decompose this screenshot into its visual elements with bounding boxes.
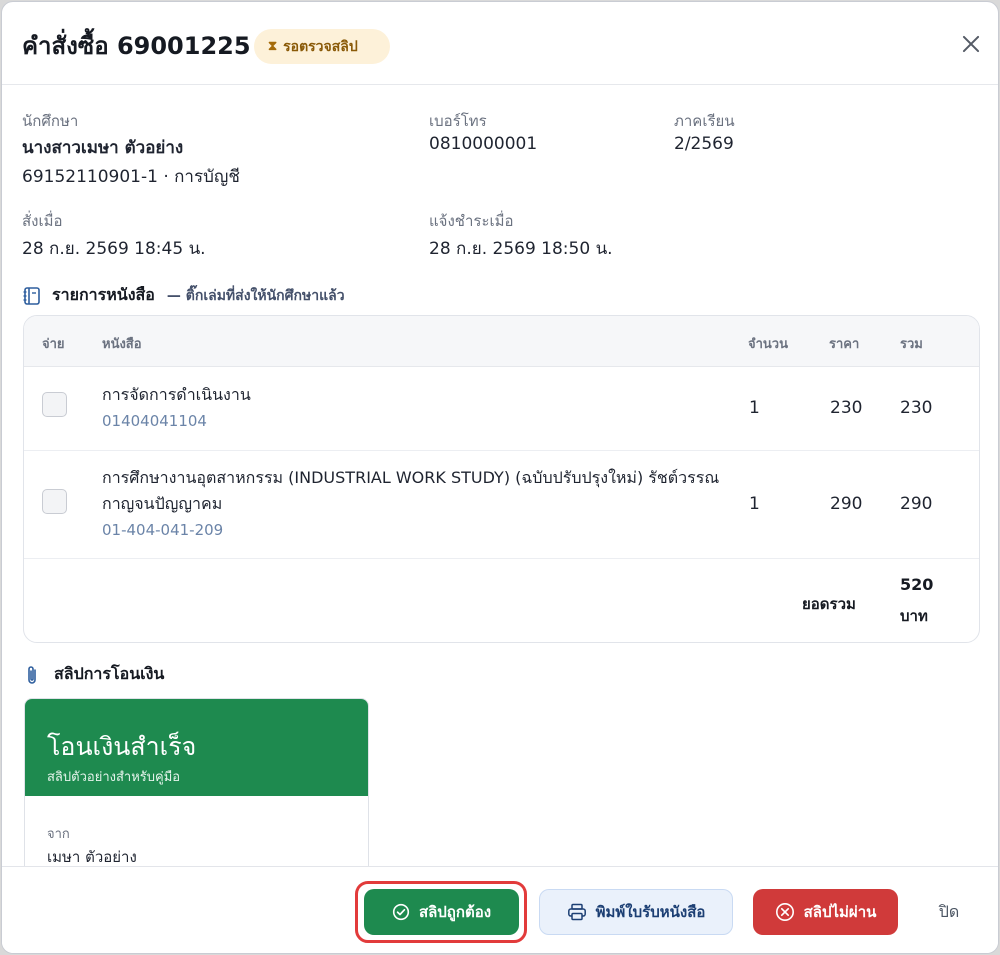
book-price: 290	[830, 494, 863, 514]
paid-label: แจ้งชำระเมื่อ	[429, 212, 514, 230]
paperclip-icon	[28, 665, 36, 684]
modal-footer: สลิปถูกต้อง พิมพ์ใบรับหนังสือ สลิปไม่ผ่า…	[2, 866, 998, 953]
book-qty: 1	[749, 494, 760, 514]
printer-icon	[567, 903, 586, 921]
ordered-value: 28 ก.ย. 2569 18:45 น.	[22, 239, 206, 259]
check-circle-icon	[392, 903, 410, 921]
books-section-header: รายการหนังสือ — ติ๊กเล่มที่ส่งให้นักศึกษ…	[22, 283, 345, 308]
semester-value: 2/2569	[674, 134, 734, 154]
grand-total-label: ยอดรวม	[802, 595, 856, 613]
given-checkbox[interactable]	[42, 392, 67, 417]
table-row: การศึกษางานอุตสาหกรรม (INDUSTRIAL WORK S…	[24, 451, 979, 559]
phone-value: 0810000001	[429, 134, 538, 154]
book-total: 230	[900, 398, 933, 418]
slip-heading: โอนเงินสำเร็จ	[47, 732, 197, 761]
column-given: จ่าย	[42, 337, 65, 352]
approve-slip-label: สลิปถูกต้อง	[418, 903, 492, 921]
book-code: 01-404-041-209	[102, 521, 224, 539]
status-badge: ⧗ รอตรวจสลิป	[254, 29, 390, 64]
slip-section-header: สลิปการโอนเงิน	[24, 662, 164, 687]
order-detail-modal: คำสั่งซื้อ 69001225 ⧗ รอตรวจสลิป นักศึกษ…	[1, 1, 999, 954]
column-qty: จำนวน	[748, 337, 788, 352]
book-code: 01404041104	[102, 412, 207, 430]
grand-total-amount: 520	[900, 575, 934, 594]
grand-total-unit: บาท	[900, 607, 928, 625]
slip-header: โอนเงินสำเร็จ สลิปตัวอย่างสำหรับคู่มือ	[25, 699, 368, 796]
ordered-label: สั่งเมื่อ	[22, 212, 63, 230]
slip-from-label: จาก	[47, 827, 70, 842]
book-qty: 1	[749, 398, 760, 418]
x-circle-icon	[775, 903, 794, 921]
student-name: นางสาวเมษา ตัวอย่าง	[22, 138, 184, 158]
book-total: 290	[900, 494, 933, 514]
table-header: จ่าย หนังสือ จำนวน ราคา รวม	[24, 316, 979, 367]
slip-subheading: สลิปตัวอย่างสำหรับคู่มือ	[47, 770, 181, 785]
print-receipt-label: พิมพ์ใบรับหนังสือ	[595, 903, 706, 921]
close-icon[interactable]	[959, 32, 983, 56]
book-title: การศึกษางานอุตสาหกรรม (INDUSTRIAL WORK S…	[102, 468, 720, 513]
student-id-major: 69152110901-1 · การบัญชี	[22, 167, 240, 187]
column-price: ราคา	[829, 337, 860, 352]
page-title: คำสั่งซื้อ 69001225	[22, 32, 251, 60]
column-book: หนังสือ	[102, 337, 142, 352]
given-checkbox[interactable]	[42, 489, 67, 514]
column-total: รวม	[900, 337, 923, 352]
books-section-title: รายการหนังสือ	[52, 285, 155, 304]
paid-value: 28 ก.ย. 2569 18:50 น.	[429, 239, 613, 259]
reject-slip-label: สลิปไม่ผ่าน	[803, 903, 877, 921]
reject-slip-button[interactable]: สลิปไม่ผ่าน	[753, 889, 898, 935]
table-row: การจัดการดำเนินงาน 01404041104 1 230 230	[24, 367, 979, 451]
modal-header: คำสั่งซื้อ 69001225 ⧗ รอตรวจสลิป	[2, 2, 998, 85]
close-button[interactable]: ปิด	[920, 889, 978, 935]
print-receipt-button[interactable]: พิมพ์ใบรับหนังสือ	[539, 889, 733, 935]
slip-section-title: สลิปการโอนเงิน	[54, 664, 165, 683]
phone-label: เบอร์โทร	[429, 112, 487, 130]
book-price: 230	[830, 398, 863, 418]
status-badge-label: รอตรวจสลิป	[283, 38, 358, 55]
book-icon	[23, 286, 40, 305]
semester-label: ภาคเรียน	[674, 112, 735, 130]
approve-slip-button[interactable]: สลิปถูกต้อง	[364, 889, 519, 935]
books-table: จ่าย หนังสือ จำนวน ราคา รวม การจัดการดำเ…	[23, 315, 980, 643]
book-title: การจัดการดำเนินงาน	[102, 385, 251, 404]
books-section-subtitle: — ติ๊กเล่มที่ส่งให้นักศึกษาแล้ว	[166, 287, 345, 304]
student-label: นักศึกษา	[22, 112, 79, 130]
hourglass-icon: ⧗	[268, 39, 278, 54]
